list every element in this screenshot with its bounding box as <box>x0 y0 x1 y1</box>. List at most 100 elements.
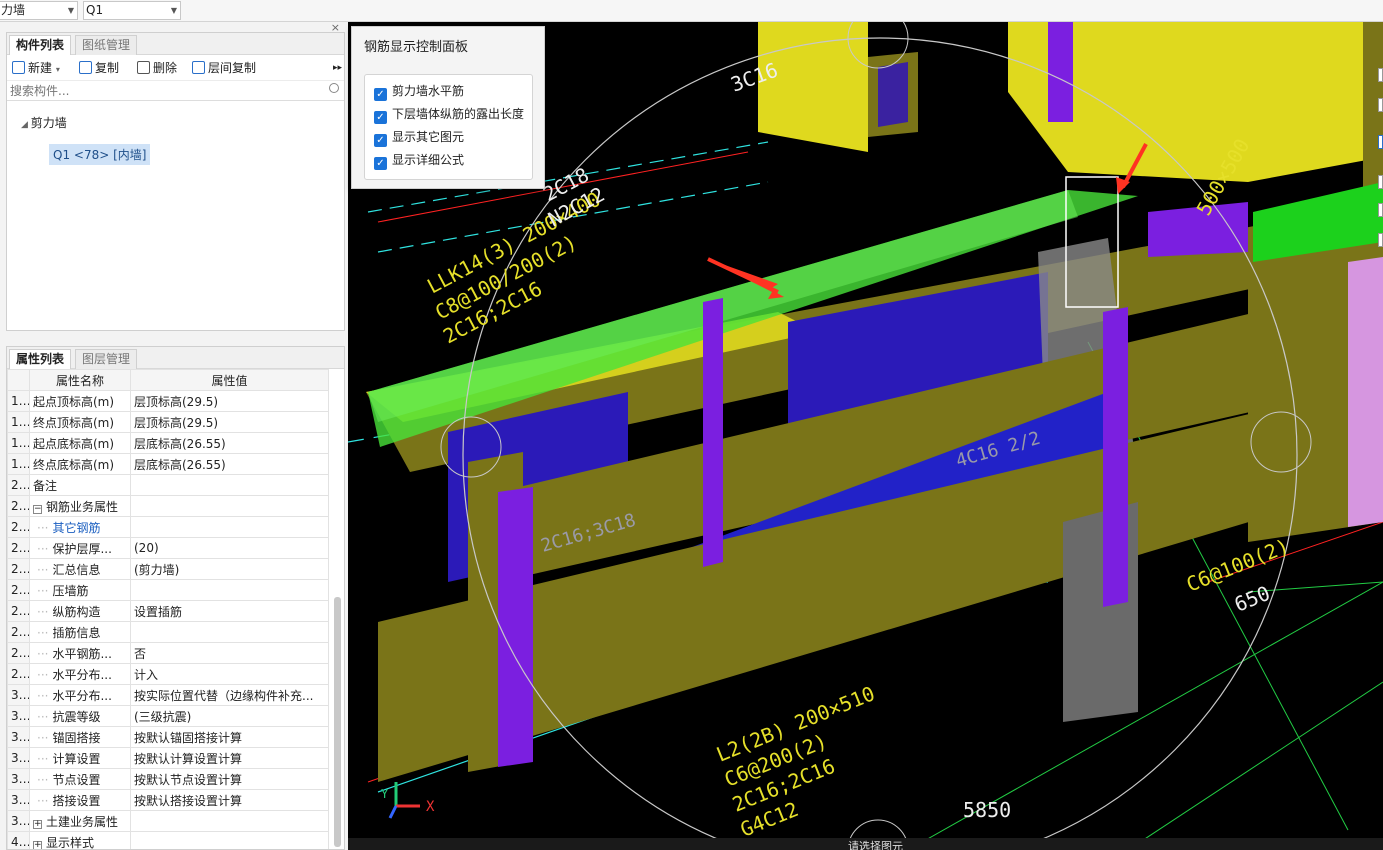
tree-indent-guide: ··· <box>37 667 49 682</box>
property-row[interactable]: 25 ··· 压墙筋 <box>7 579 329 601</box>
chevron-down-icon: ▼ <box>170 6 177 15</box>
search-input[interactable] <box>7 81 344 100</box>
right-tool-button[interactable] <box>1378 68 1383 82</box>
property-name-cell: ··· 其它钢筋 <box>29 516 131 538</box>
new-button[interactable]: 新建 ▾ <box>12 59 60 77</box>
property-value-cell[interactable]: 层顶标高(29.5) <box>130 390 329 412</box>
property-row[interactable]: 17 终点顶标高(m) 层顶标高(29.5) <box>7 411 329 433</box>
property-name-cell: 起点顶标高(m) <box>29 390 131 412</box>
property-value-cell[interactable]: 按实际位置代替（边缘构件补充... <box>130 684 329 706</box>
option-show-detailed-formula[interactable]: ✓ 显示详细公式 <box>374 152 464 170</box>
property-value-cell[interactable]: (剪力墙) <box>130 558 329 580</box>
property-row[interactable]: 31 ··· 抗震等级 (三级抗震) <box>7 705 329 727</box>
right-tool-button[interactable] <box>1378 233 1383 247</box>
property-name: 起点顶标高(m) <box>33 394 115 409</box>
right-tool-button[interactable] <box>1378 98 1383 112</box>
tab-component-list[interactable]: 构件列表 <box>9 35 72 55</box>
row-number: 29 <box>7 663 30 685</box>
right-tool-button[interactable] <box>1378 175 1383 189</box>
property-row[interactable]: 16 起点顶标高(m) 层顶标高(29.5) <box>7 390 329 412</box>
property-name-cell: ··· 保护层厚... <box>29 537 131 559</box>
tree-item-q1[interactable]: Q1 <78> [内墙] <box>49 144 151 165</box>
property-scrollbar[interactable] <box>334 597 341 847</box>
tree-node-shear-wall[interactable]: ◢ 剪力墙 <box>21 114 67 131</box>
property-value-cell[interactable] <box>130 474 329 496</box>
tab-property-list[interactable]: 属性列表 <box>9 349 72 369</box>
checkbox-checked-icon[interactable]: ✓ <box>374 111 387 124</box>
row-number: 16 <box>7 390 30 412</box>
property-row[interactable]: 46 + 显示样式 <box>7 831 329 849</box>
property-value-cell[interactable] <box>130 831 329 849</box>
floor-copy-button[interactable]: 层间复制 <box>192 59 256 77</box>
property-value-cell[interactable]: 否 <box>130 642 329 664</box>
property-value-cell[interactable]: 按默认节点设置计算 <box>130 768 329 790</box>
property-value-cell[interactable] <box>130 810 329 832</box>
property-row[interactable]: 30 ··· 水平分布... 按实际位置代替（边缘构件补充... <box>7 684 329 706</box>
property-name-cell: + 显示样式 <box>29 831 131 849</box>
property-value-cell[interactable] <box>130 516 329 538</box>
row-number: 27 <box>7 621 30 643</box>
search-icon[interactable] <box>329 83 339 93</box>
more-icon[interactable]: ▸▸ <box>333 59 342 77</box>
option-shear-wall-horizontal[interactable]: ✓ 剪力墙水平筋 <box>374 83 464 101</box>
property-name: 纵筋构造 <box>52 604 101 619</box>
property-row[interactable]: 26 ··· 纵筋构造 设置插筋 <box>7 600 329 622</box>
tree-indent-guide: ··· <box>37 688 49 703</box>
property-value-cell[interactable]: (20) <box>130 537 329 559</box>
row-number: 21 <box>7 495 30 517</box>
component-tabs: 构件列表 图纸管理 <box>7 33 344 55</box>
tree-indent-guide: ··· <box>37 541 49 556</box>
property-value-cell[interactable] <box>130 621 329 643</box>
copy-button[interactable]: 复制 <box>79 59 119 77</box>
property-row[interactable]: 29 ··· 水平分布... 计入 <box>7 663 329 685</box>
row-number: 34 <box>7 768 30 790</box>
property-name-cell: ··· 锚固搭接 <box>29 726 131 748</box>
checkbox-checked-icon[interactable]: ✓ <box>374 134 387 147</box>
property-value-cell[interactable]: 按默认搭接设置计算 <box>130 789 329 811</box>
component-type-select[interactable]: 力墙 ▼ <box>0 1 78 20</box>
component-toolbar: 新建 ▾ 复制 删除 层间复制 ▸▸ <box>7 55 344 81</box>
property-row[interactable]: 19 终点底标高(m) 层底标高(26.55) <box>7 453 329 475</box>
property-row[interactable]: 22 ··· 其它钢筋 <box>7 516 329 538</box>
property-row[interactable]: 33 ··· 计算设置 按默认计算设置计算 <box>7 747 329 769</box>
expand-icon[interactable]: + <box>33 819 42 829</box>
property-row[interactable]: 21− 钢筋业务属性 <box>7 495 329 517</box>
right-tool-button[interactable] <box>1378 135 1383 149</box>
property-row[interactable]: 27 ··· 插筋信息 <box>7 621 329 643</box>
row-number: 32 <box>7 726 30 748</box>
delete-button[interactable]: 删除 <box>137 59 177 77</box>
property-row[interactable]: 36 + 土建业务属性 <box>7 810 329 832</box>
right-tool-button[interactable] <box>1378 203 1383 217</box>
option-box: ✓ 剪力墙水平筋 ✓ 下层墙体纵筋的露出长度 ✓ 显示其它图元 ✓ 显示详细公式 <box>364 74 533 180</box>
property-row[interactable]: 28 ··· 水平钢筋... 否 <box>7 642 329 664</box>
checkbox-checked-icon[interactable]: ✓ <box>374 157 387 170</box>
property-row[interactable]: 20 备注 <box>7 474 329 496</box>
expand-icon[interactable]: + <box>33 840 42 849</box>
property-row[interactable]: 23 ··· 保护层厚... (20) <box>7 537 329 559</box>
tree-indent-guide: ··· <box>37 562 49 577</box>
checkbox-checked-icon[interactable]: ✓ <box>374 88 387 101</box>
property-value-cell[interactable]: 层底标高(26.55) <box>130 453 329 475</box>
option-show-other-elements[interactable]: ✓ 显示其它图元 <box>374 129 464 147</box>
component-name-select[interactable]: Q1 ▼ <box>83 1 181 20</box>
property-value-cell[interactable]: 按默认计算设置计算 <box>130 747 329 769</box>
property-row[interactable]: 32 ··· 锚固搭接 按默认锚固搭接计算 <box>7 726 329 748</box>
property-value-cell[interactable]: 计入 <box>130 663 329 685</box>
property-value-cell[interactable]: 层顶标高(29.5) <box>130 411 329 433</box>
property-row[interactable]: 18 起点底标高(m) 层底标高(26.55) <box>7 432 329 454</box>
property-name-cell: ··· 汇总信息 <box>29 558 131 580</box>
property-value-cell[interactable]: (三级抗震) <box>130 705 329 727</box>
collapse-icon[interactable]: − <box>33 504 42 514</box>
property-value-cell[interactable] <box>130 579 329 601</box>
property-value-cell[interactable]: 层底标高(26.55) <box>130 432 329 454</box>
property-row[interactable]: 35 ··· 搭接设置 按默认搭接设置计算 <box>7 789 329 811</box>
property-row[interactable]: 24 ··· 汇总信息 (剪力墙) <box>7 558 329 580</box>
tab-layer-management[interactable]: 图层管理 <box>75 349 138 369</box>
property-row[interactable]: 34 ··· 节点设置 按默认节点设置计算 <box>7 768 329 790</box>
tab-drawing-management[interactable]: 图纸管理 <box>75 35 138 55</box>
property-value-cell[interactable]: 按默认锚固搭接计算 <box>130 726 329 748</box>
property-value-cell[interactable] <box>130 495 329 517</box>
option-lower-wall-exposure[interactable]: ✓ 下层墙体纵筋的露出长度 <box>374 106 524 124</box>
property-name: 其它钢筋 <box>52 520 101 535</box>
property-value-cell[interactable]: 设置插筋 <box>130 600 329 622</box>
